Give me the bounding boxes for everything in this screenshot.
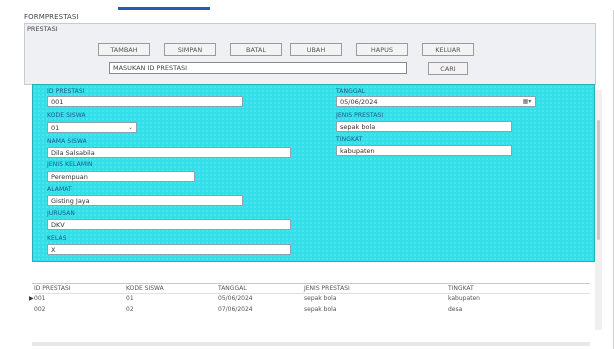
jenis-prestasi-field[interactable]: sepak bola [336,121,512,132]
nama-siswa-field[interactable]: Dila Salsabila [47,147,291,158]
hapus-button[interactable]: HAPUS [356,43,408,56]
nama-siswa-label: NAMA SISWA [47,138,87,145]
id-prestasi-field[interactable]: 001 [47,96,243,107]
scrollbar-thumb[interactable] [597,120,600,240]
cell-kode-siswa[interactable]: 02 [126,306,134,313]
horizontal-scrollbar[interactable] [32,342,590,346]
keluar-button[interactable]: KELUAR [422,43,474,56]
kode-siswa-value: 01 [51,124,60,132]
group-title: PRESTASI [27,25,58,33]
tingkat-field[interactable]: kabupaten [336,145,512,156]
column-header-tanggal[interactable]: TANGGAL [218,285,247,292]
kelas-field[interactable]: X [47,244,291,255]
cari-button[interactable]: CARI [428,62,468,75]
calendar-icon[interactable]: ▦▾ [520,97,534,106]
ubah-button[interactable]: UBAH [290,43,342,56]
prestasi-group-box: TAMBAH SIMPAN BATAL UBAH HAPUS KELUAR CA… [24,23,596,85]
cell-tanggal[interactable]: 07/06/2024 [218,306,253,313]
grid-header: ID PRESTASI KODE SISWA TANGGAL JENIS PRE… [32,284,590,294]
active-tab-indicator [118,7,210,10]
kode-siswa-select[interactable]: 01 ⌄ [47,122,137,133]
tanggal-value: 05/06/2024 [340,98,378,106]
cell-jenis-prestasi[interactable]: sepak bola [304,295,337,302]
table-row[interactable]: ▶ 001 01 05/06/2024 sepak bola kabupaten [29,294,590,304]
caption-bar [0,0,614,10]
kode-siswa-label: KODE SISWA [47,112,86,119]
kelas-label: KELAS [47,235,67,242]
column-header-kode-siswa[interactable]: KODE SISWA [126,285,164,292]
prestasi-data-grid[interactable]: ID PRESTASI KODE SISWA TANGGAL JENIS PRE… [29,283,590,343]
simpan-button[interactable]: SIMPAN [164,43,216,56]
cell-id-prestasi[interactable]: 001 [34,295,45,302]
jenis-kelamin-field[interactable]: Perempuan [47,171,195,182]
tambah-button[interactable]: TAMBAH [98,43,150,56]
id-prestasi-label: ID PRESTASI [47,88,85,95]
column-header-id-prestasi[interactable]: ID PRESTASI [34,285,71,292]
cell-tingkat[interactable]: kabupaten [448,295,480,302]
jurusan-label: JURUSAN [47,210,75,217]
tanggal-label: TANGGAL [336,88,366,95]
alamat-label: ALAMAT [47,186,72,193]
form-panel: ID PRESTASI 001 KODE SISWA 01 ⌄ NAMA SIS… [32,84,595,262]
tingkat-label: TINGKAT [336,136,363,143]
cell-tanggal[interactable]: 05/06/2024 [218,295,253,302]
column-header-jenis-prestasi[interactable]: JENIS PRESTASI [304,285,350,292]
row-pointer-icon: ▶ [29,295,34,302]
jurusan-field[interactable]: DKV [47,219,291,230]
cell-kode-siswa[interactable]: 01 [126,295,134,302]
cell-id-prestasi[interactable]: 002 [34,306,45,313]
batal-button[interactable]: BATAL [230,43,282,56]
cell-tingkat[interactable]: desa [448,306,462,313]
chevron-down-icon[interactable]: ⌄ [126,124,135,131]
column-header-tingkat[interactable]: TINGKAT [448,285,474,292]
cell-jenis-prestasi[interactable]: sepak bola [304,306,337,313]
jenis-prestasi-label: JENIS PRESTASI [336,112,384,119]
tanggal-date-picker[interactable]: 05/06/2024 ▦▾ [336,96,536,107]
table-row[interactable]: 002 02 07/06/2024 sepak bola desa [32,305,590,315]
alamat-field[interactable]: Gisting Jaya [47,195,243,206]
search-input[interactable]: MASUKAN ID PRESTASI [109,62,407,74]
jenis-kelamin-label: JENIS KELAMIN [47,161,93,168]
form-title: FORMPRESTASI [24,13,79,21]
